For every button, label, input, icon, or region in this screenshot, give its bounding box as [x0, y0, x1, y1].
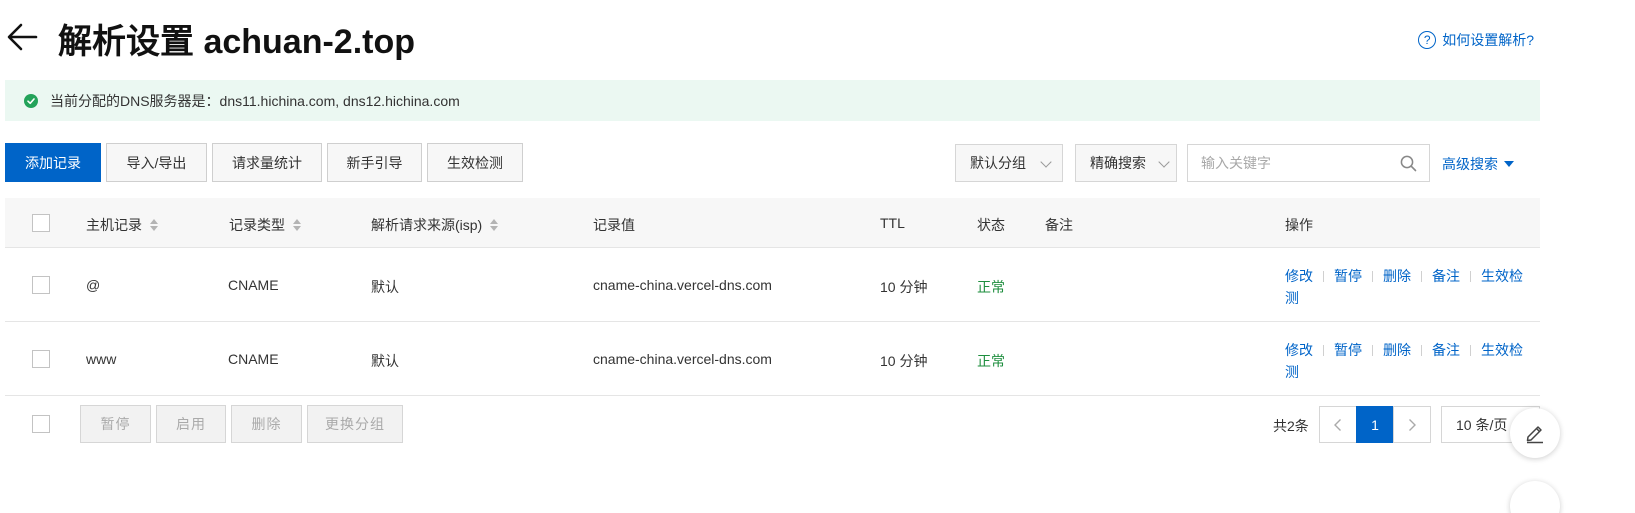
dns-notice-text: 当前分配的DNS服务器是：dns11.hichina.com, dns12.hi…	[50, 92, 460, 109]
pause-link[interactable]: 暂停	[1334, 268, 1362, 284]
sort-icon[interactable]	[490, 219, 499, 231]
column-header-host-label: 主机记录	[86, 217, 142, 233]
batch-enable-button[interactable]: 启用	[156, 405, 226, 443]
column-header-value: 记录值	[593, 217, 635, 233]
divider	[1470, 345, 1471, 356]
group-select-value: 默认分组	[970, 155, 1026, 171]
ttl-cell: 10 分钟	[880, 353, 928, 369]
row-checkbox[interactable]	[32, 276, 50, 294]
column-header-isp[interactable]: 解析请求来源(isp)	[371, 215, 499, 235]
page-title: 解析设置 achuan-2.top	[58, 23, 416, 61]
toolbar: 添加记录 导入/导出 请求量统计 新手引导 生效检测 默认分组 精确搜索 高级搜…	[5, 143, 1540, 182]
column-header-type-label: 记录类型	[229, 217, 285, 233]
divider	[1372, 271, 1373, 282]
next-page-button[interactable]	[1393, 406, 1431, 443]
status-cell: 正常	[977, 353, 1005, 369]
isp-cell: 默认	[371, 353, 399, 369]
batch-delete-button[interactable]: 删除	[231, 405, 302, 443]
isp-cell: 默认	[371, 279, 399, 295]
divider	[1421, 345, 1422, 356]
page-number-button[interactable]: 1	[1356, 406, 1394, 443]
beginner-guide-button[interactable]: 新手引导	[327, 143, 422, 182]
row-actions: 修改 暂停 删除 备注 生效检测	[1285, 339, 1535, 383]
advanced-search-label: 高级搜索	[1442, 156, 1498, 172]
divider	[1421, 271, 1422, 282]
table-row: www CNAME 默认 cname-china.vercel-dns.com …	[5, 322, 1540, 396]
value-cell: cname-china.vercel-dns.com	[593, 277, 772, 293]
sort-icon[interactable]	[150, 219, 158, 231]
column-header-type[interactable]: 记录类型	[229, 215, 301, 235]
search-mode-value: 精确搜索	[1090, 155, 1146, 171]
change-group-button[interactable]: 更换分组	[307, 405, 403, 443]
request-stats-button[interactable]: 请求量统计	[212, 143, 322, 182]
host-cell: @	[86, 277, 101, 293]
column-header-status: 状态	[977, 217, 1005, 233]
dns-records-table: 主机记录 记录类型 解析请求来源(isp) 记录值 TTL 状态 备注 操作 @…	[5, 198, 1540, 396]
effect-check-link-wrap[interactable]: 测	[1285, 290, 1299, 306]
effect-check-link[interactable]: 生效检	[1481, 268, 1523, 284]
pause-link[interactable]: 暂停	[1334, 342, 1362, 358]
host-cell: www	[86, 351, 117, 367]
chevron-down-icon	[1040, 156, 1052, 168]
divider	[1470, 271, 1471, 282]
add-record-button[interactable]: 添加记录	[5, 143, 101, 182]
type-cell: CNAME	[228, 351, 279, 367]
delete-link[interactable]: 删除	[1383, 268, 1411, 284]
column-header-ttl: TTL	[880, 215, 905, 231]
batch-pause-button[interactable]: 暂停	[80, 405, 151, 443]
divider	[1372, 345, 1373, 356]
chevron-left-icon	[1334, 418, 1341, 431]
value-cell: cname-china.vercel-dns.com	[593, 351, 772, 367]
column-header-host[interactable]: 主机记录	[86, 215, 158, 235]
search-mode-select[interactable]: 精确搜索	[1075, 144, 1177, 182]
row-checkbox[interactable]	[32, 350, 50, 368]
divider	[1323, 271, 1324, 282]
table-footer: 暂停 启用 删除 更换分组 共2条 1 10 条/页	[5, 405, 1540, 443]
chevron-right-icon	[1409, 418, 1416, 431]
table-header: 主机记录 记录类型 解析请求来源(isp) 记录值 TTL 状态 备注 操作	[5, 198, 1540, 248]
help-link-label: 如何设置解析?	[1442, 32, 1534, 48]
modify-link[interactable]: 修改	[1285, 342, 1313, 358]
prev-page-button[interactable]	[1319, 406, 1357, 443]
back-arrow-icon[interactable]	[6, 20, 40, 54]
select-all-checkbox[interactable]	[32, 214, 50, 232]
search-icon[interactable]	[1400, 155, 1417, 172]
search-input[interactable]	[1188, 145, 1378, 181]
status-cell: 正常	[977, 279, 1005, 295]
sort-icon[interactable]	[293, 219, 301, 231]
import-export-button[interactable]: 导入/导出	[106, 143, 207, 182]
ttl-cell: 10 分钟	[880, 279, 928, 295]
remark-link[interactable]: 备注	[1432, 268, 1460, 284]
page-header: 解析设置 achuan-2.top ? 如何设置解析?	[0, 0, 1635, 80]
remark-link[interactable]: 备注	[1432, 342, 1460, 358]
effect-check-link-wrap[interactable]: 测	[1285, 364, 1299, 380]
footer-select-all-checkbox[interactable]	[32, 415, 50, 433]
caret-down-icon	[1504, 161, 1514, 167]
help-link[interactable]: ? 如何设置解析?	[1418, 30, 1534, 50]
column-header-isp-label: 解析请求来源(isp)	[371, 217, 483, 233]
table-row: @ CNAME 默认 cname-china.vercel-dns.com 10…	[5, 248, 1540, 322]
floating-action-button[interactable]	[1510, 481, 1560, 513]
group-select[interactable]: 默认分组	[955, 144, 1063, 182]
row-actions: 修改 暂停 删除 备注 生效检测	[1285, 265, 1535, 309]
delete-link[interactable]: 删除	[1383, 342, 1411, 358]
pencil-icon	[1526, 426, 1543, 444]
type-cell: CNAME	[228, 277, 279, 293]
dns-server-notice: 当前分配的DNS服务器是：dns11.hichina.com, dns12.hi…	[5, 80, 1540, 121]
advanced-search-toggle[interactable]: 高级搜索	[1442, 154, 1514, 174]
check-circle-icon	[24, 93, 38, 108]
chevron-down-icon	[1158, 156, 1170, 168]
question-circle-icon: ?	[1418, 31, 1437, 49]
modify-link[interactable]: 修改	[1285, 268, 1313, 284]
floating-edit-button[interactable]	[1510, 408, 1560, 458]
divider	[1323, 345, 1324, 356]
effect-check-link[interactable]: 生效检	[1481, 342, 1523, 358]
total-count: 共2条	[1273, 418, 1309, 434]
effect-check-button[interactable]: 生效检测	[427, 143, 523, 182]
column-header-actions: 操作	[1285, 217, 1313, 233]
column-header-remark: 备注	[1045, 217, 1073, 233]
search-box	[1187, 144, 1430, 182]
